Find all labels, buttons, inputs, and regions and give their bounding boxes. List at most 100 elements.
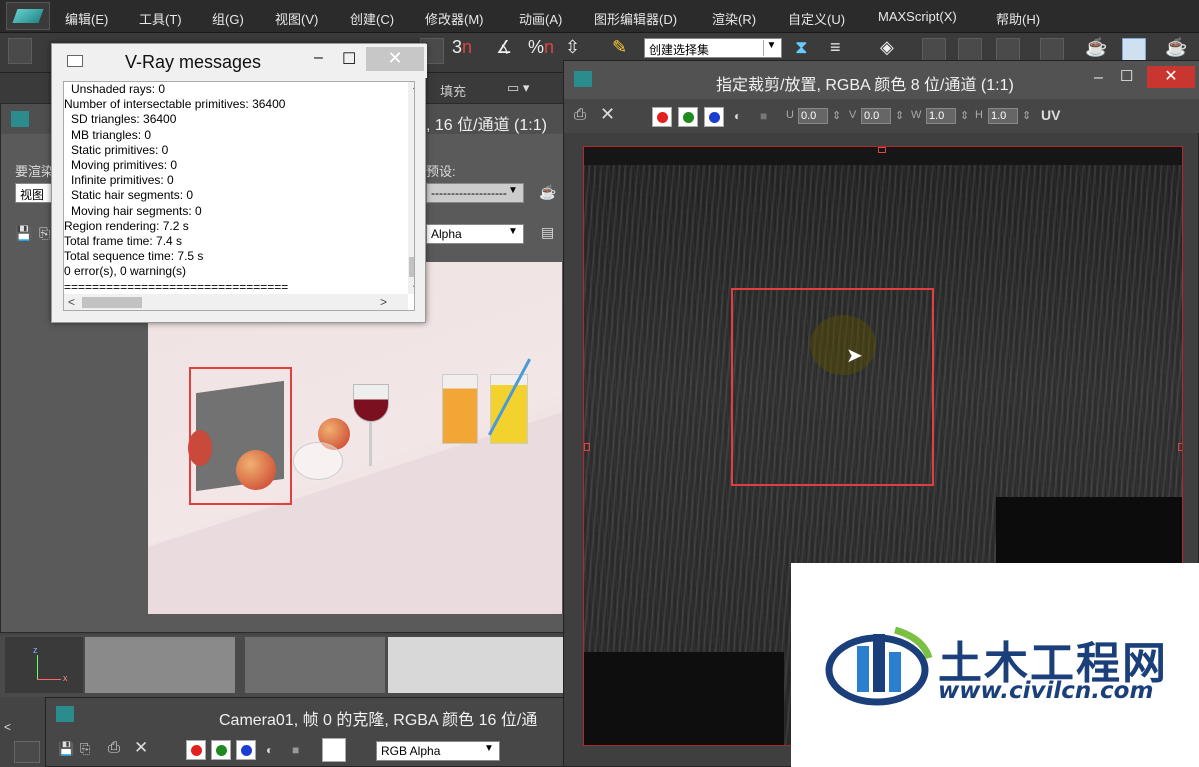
maximize-icon[interactable]: ☐ bbox=[342, 49, 356, 69]
scroll-up-icon[interactable]: ⌃ bbox=[411, 84, 414, 99]
select-tool-icon[interactable] bbox=[8, 38, 32, 64]
scroll-down-icon[interactable]: ⌄ bbox=[411, 278, 414, 293]
render-button-icon[interactable]: ☕ bbox=[539, 184, 556, 201]
horizontal-scroll-thumb[interactable] bbox=[82, 297, 142, 308]
monochrome-icon[interactable]: ■ bbox=[292, 743, 299, 757]
mirror-icon[interactable]: ⧗ bbox=[795, 37, 808, 58]
fill-tab[interactable]: 填充 bbox=[440, 81, 466, 100]
clear-icon[interactable]: ✕ bbox=[134, 738, 148, 758]
h-spinner-icon[interactable]: ⇕ bbox=[1022, 109, 1031, 122]
maximize-icon[interactable]: ☐ bbox=[1120, 67, 1133, 85]
copy-image-icon[interactable]: ⎘ bbox=[39, 225, 50, 242]
render-setup-icon[interactable]: ☕ bbox=[1085, 37, 1107, 58]
uv-toggle-button[interactable]: UV bbox=[1041, 107, 1060, 123]
percent-snap-icon[interactable]: %n bbox=[528, 37, 554, 58]
selection-set-text: 创建选择集 bbox=[649, 43, 710, 57]
menu-rendering[interactable]: 渲染(R) bbox=[712, 9, 756, 28]
crop-region-box[interactable] bbox=[731, 288, 934, 486]
u-spinner-icon[interactable]: ⇕ bbox=[832, 109, 841, 122]
snap-3-icon[interactable]: 3n bbox=[452, 37, 472, 58]
menu-graph-editors[interactable]: 图形编辑器(D) bbox=[594, 9, 677, 28]
green-channel-toggle[interactable] bbox=[211, 740, 231, 760]
display-channel-dropdown[interactable]: Alpha ▼ bbox=[426, 224, 524, 244]
chevron-down-icon: ▼ bbox=[484, 743, 494, 754]
vray-vertical-scrollbar[interactable]: ⌃ ⌄ bbox=[408, 82, 414, 294]
h-size-field[interactable]: 1.0 bbox=[988, 108, 1018, 124]
preset-dropdown-value: ------------------- bbox=[431, 186, 507, 200]
menu-create[interactable]: 创建(C) bbox=[350, 9, 394, 28]
vray-log-line: SD triangles: 36400 bbox=[71, 112, 177, 127]
swatch-color-box[interactable] bbox=[322, 738, 346, 762]
print-image-icon[interactable]: ⎙ bbox=[574, 106, 586, 123]
vertical-scroll-thumb[interactable] bbox=[409, 257, 414, 277]
scroll-left-icon[interactable]: < bbox=[68, 295, 75, 310]
u-offset-field[interactable]: 0.0 bbox=[798, 108, 828, 124]
tab-dropdown-icon[interactable]: ▭ ▾ bbox=[507, 80, 529, 96]
crop-handle-right[interactable] bbox=[1178, 443, 1182, 451]
w-size-field[interactable]: 1.0 bbox=[926, 108, 956, 124]
scroll-right-icon[interactable]: > bbox=[380, 295, 387, 310]
menu-tools[interactable]: 工具(T) bbox=[139, 9, 182, 28]
copy-image-icon[interactable]: ⎘ bbox=[80, 741, 90, 757]
v-spinner-icon[interactable]: ⇕ bbox=[895, 109, 904, 122]
vray-horizontal-scrollbar[interactable]: < > bbox=[64, 294, 408, 310]
print-image-icon[interactable]: ⎙ bbox=[108, 739, 120, 756]
named-selection-set-dropdown[interactable]: 创建选择集 ▼ bbox=[644, 38, 782, 58]
toggle-ui-icon[interactable]: ▤ bbox=[541, 224, 554, 241]
vray-log-line: Unshaded rays: 0 bbox=[71, 82, 166, 96]
menu-help[interactable]: 帮助(H) bbox=[996, 9, 1040, 28]
save-image-icon[interactable]: 💾 bbox=[15, 225, 32, 242]
crop-handle-left[interactable] bbox=[584, 443, 590, 451]
blue-channel-toggle[interactable] bbox=[704, 107, 724, 127]
close-icon[interactable]: ✕ bbox=[1147, 66, 1195, 88]
w-spinner-icon[interactable]: ⇕ bbox=[960, 109, 969, 122]
save-image-icon[interactable]: 💾 bbox=[58, 741, 74, 757]
vray-log-line: Total frame time: 7.4 s bbox=[64, 234, 183, 249]
scroll-left-icon[interactable]: < bbox=[4, 720, 11, 734]
preset-dropdown[interactable]: ------------------- ▼ bbox=[426, 183, 524, 203]
align-icon[interactable]: ≡ bbox=[830, 37, 841, 58]
red-channel-toggle[interactable] bbox=[652, 107, 672, 127]
minimize-icon[interactable]: – bbox=[1094, 69, 1103, 87]
clear-icon[interactable]: ✕ bbox=[600, 104, 615, 125]
area-to-render-label: 要渲染 bbox=[15, 164, 55, 179]
menu-view[interactable]: 视图(V) bbox=[275, 9, 318, 28]
menu-edit[interactable]: 编辑(E) bbox=[65, 9, 108, 28]
menu-animation[interactable]: 动画(A) bbox=[519, 9, 562, 28]
camera-window-title: Camera01, 帧 0 的克隆, RGBA 颜色 16 位/通 bbox=[219, 712, 538, 729]
minimize-icon[interactable]: – bbox=[314, 49, 323, 67]
camera-render-window: Camera01, 帧 0 的克隆, RGBA 颜色 16 位/通 💾 ⎘ ⎙ … bbox=[45, 697, 565, 767]
camera-channel-dropdown[interactable]: RGB Alpha ▼ bbox=[376, 741, 500, 761]
view-dropdown-value: 视图 bbox=[20, 188, 45, 202]
alpha-channel-icon[interactable]: ◐ bbox=[266, 743, 273, 757]
edit-named-selection-icon[interactable]: ✎ bbox=[612, 37, 627, 58]
angle-snap-icon[interactable]: ∡ bbox=[496, 37, 512, 58]
vray-log-line: Moving primitives: 0 bbox=[71, 158, 178, 173]
spinner-snap-icon[interactable]: ⇳ bbox=[565, 37, 580, 58]
monochrome-icon[interactable]: ■ bbox=[760, 109, 767, 123]
alpha-channel-icon[interactable]: ◐ bbox=[734, 109, 741, 123]
crop-handle-top[interactable] bbox=[878, 147, 886, 153]
vray-window-icon bbox=[67, 55, 83, 67]
scene-wine-glass-stem bbox=[369, 422, 372, 466]
v-offset-field[interactable]: 0.0 bbox=[861, 108, 891, 124]
blue-channel-toggle[interactable] bbox=[236, 740, 256, 760]
green-channel-toggle[interactable] bbox=[678, 107, 698, 127]
app-logo-icon[interactable] bbox=[6, 2, 50, 30]
render-production-icon[interactable]: ☕ bbox=[1165, 37, 1187, 58]
menu-group[interactable]: 组(G) bbox=[212, 9, 244, 28]
vray-log-line: Total sequence time: 7.5 s bbox=[64, 249, 204, 264]
menu-maxscript[interactable]: MAXScript(X) bbox=[878, 9, 957, 24]
h-label: H bbox=[975, 109, 983, 121]
layer-icon[interactable]: ◈ bbox=[880, 37, 894, 58]
menu-customize[interactable]: 自定义(U) bbox=[788, 9, 845, 28]
close-icon[interactable]: ✕ bbox=[366, 47, 424, 71]
menu-modifiers[interactable]: 修改器(M) bbox=[425, 9, 484, 28]
view-dropdown[interactable]: 视图 bbox=[15, 183, 55, 203]
vray-log-text[interactable]: Unshaded rays: 0 Number of intersectable … bbox=[63, 81, 415, 311]
render-region-box[interactable] bbox=[189, 367, 292, 505]
axis-gizmo-viewport: z x bbox=[5, 637, 83, 693]
time-config-icon[interactable] bbox=[14, 741, 40, 763]
red-channel-toggle[interactable] bbox=[186, 740, 206, 760]
menu-bar: 编辑(E) 工具(T) 组(G) 视图(V) 创建(C) 修改器(M) 动画(A… bbox=[0, 0, 1199, 33]
